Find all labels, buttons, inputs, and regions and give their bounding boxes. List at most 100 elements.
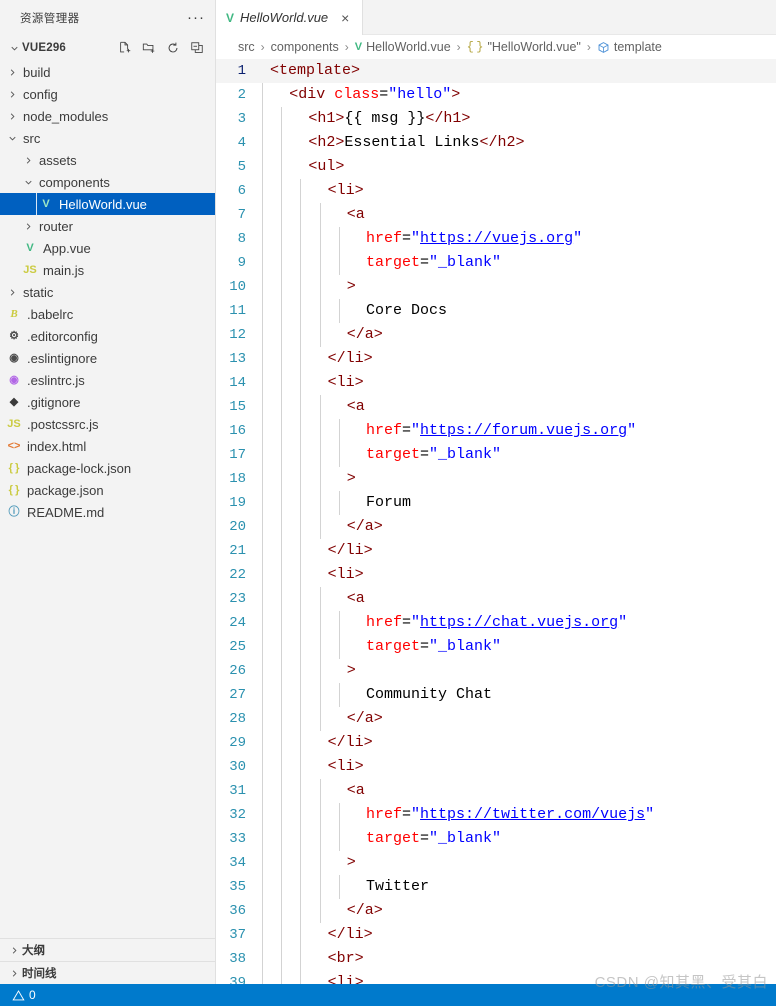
tree-item-package-json[interactable]: { } package.json xyxy=(0,479,215,501)
timeline-panel-header[interactable]: 时间线 xyxy=(0,961,215,984)
code-line-33[interactable]: 33 target="_blank" xyxy=(216,827,776,851)
indent-guide xyxy=(319,707,321,731)
indent-guide xyxy=(300,515,302,539)
code-line-12[interactable]: 12 </a> xyxy=(216,323,776,347)
code-line-32[interactable]: 32 href="https://twitter.com/vuejs" xyxy=(216,803,776,827)
tree-item-main-js[interactable]: JS main.js xyxy=(0,259,215,281)
code-lines[interactable]: 1 <template> 2 <div class="hello"> 3 <h1>{{ m… xyxy=(216,59,776,984)
breadcrumb[interactable]: src › components › V HelloWorld.vue › { } "Hello… xyxy=(216,35,776,59)
code-line-7[interactable]: 7 <a xyxy=(216,203,776,227)
tree-item-readme-md[interactable]: ⓘ README.md xyxy=(0,501,215,523)
token-link[interactable]: https://vuejs.org xyxy=(420,230,573,247)
project-section-header[interactable]: VUE296 xyxy=(0,35,215,61)
code-line-2[interactable]: 2 <div class="hello"> xyxy=(216,83,776,107)
token-link[interactable]: https://twitter.com/vuejs xyxy=(420,806,645,823)
line-tokens: <li> xyxy=(270,371,364,395)
tree-item-router[interactable]: router xyxy=(0,215,215,237)
code-line-25[interactable]: 25 target="_blank" xyxy=(216,635,776,659)
code-line-4[interactable]: 4 <h2>Essential Links</h2> xyxy=(216,131,776,155)
code-line-23[interactable]: 23 <a xyxy=(216,587,776,611)
chevron-right-icon xyxy=(4,111,20,122)
close-icon[interactable]: × xyxy=(336,9,354,27)
tree-item-babelrc[interactable]: B .babelrc xyxy=(0,303,215,325)
breadcrumb-item-3[interactable]: { } "HelloWorld.vue" xyxy=(467,40,581,54)
token-link[interactable]: https://forum.vuejs.org xyxy=(420,422,627,439)
token-attr: href xyxy=(366,614,403,631)
code-line-16[interactable]: 16 href="https://forum.vuejs.org" xyxy=(216,419,776,443)
code-line-9[interactable]: 9 target="_blank" xyxy=(216,251,776,275)
code-line-19[interactable]: 19 Forum xyxy=(216,491,776,515)
code-line-17[interactable]: 17 target="_blank" xyxy=(216,443,776,467)
code-line-31[interactable]: 31 <a xyxy=(216,779,776,803)
code-line-10[interactable]: 10 > xyxy=(216,275,776,299)
tab-helloworld-vue[interactable]: V HelloWorld.vue × xyxy=(216,0,364,35)
new-folder-icon[interactable] xyxy=(140,40,157,57)
code-line-30[interactable]: 30 <li> xyxy=(216,755,776,779)
code-line-13[interactable]: 13 </li> xyxy=(216,347,776,371)
code-line-5[interactable]: 5 <ul> xyxy=(216,155,776,179)
tree-item-build[interactable]: build xyxy=(0,61,215,83)
tree-item-config[interactable]: config xyxy=(0,83,215,105)
code-line-21[interactable]: 21 </li> xyxy=(216,539,776,563)
tree-item-eslintignore[interactable]: ◉ .eslintignore xyxy=(0,347,215,369)
token-link[interactable]: https://chat.vuejs.org xyxy=(420,614,618,631)
breadcrumb-separator: › xyxy=(586,40,591,54)
tree-item-gitignore[interactable]: ◆ .gitignore xyxy=(0,391,215,413)
code-line-34[interactable]: 34 > xyxy=(216,851,776,875)
breadcrumb-item-0[interactable]: src xyxy=(238,40,255,54)
indent-guide xyxy=(281,179,283,203)
tree-item-node-modules[interactable]: node_modules xyxy=(0,105,215,127)
code-line-24[interactable]: 24 href="https://chat.vuejs.org" xyxy=(216,611,776,635)
line-content: </a> xyxy=(262,707,776,731)
tree-item-editorconfig[interactable]: ⚙ .editorconfig xyxy=(0,325,215,347)
more-actions-icon[interactable]: ··· xyxy=(185,7,207,29)
tree-item-src[interactable]: src xyxy=(0,127,215,149)
tree-item-package-lock-json[interactable]: { } package-lock.json xyxy=(0,457,215,479)
code-line-22[interactable]: 22 <li> xyxy=(216,563,776,587)
chevron-right-icon xyxy=(4,67,20,78)
code-line-14[interactable]: 14 <li> xyxy=(216,371,776,395)
code-line-3[interactable]: 3 <h1>{{ msg }}</h1> xyxy=(216,107,776,131)
new-file-icon[interactable] xyxy=(116,40,133,57)
indent-guide xyxy=(281,323,283,347)
indent-guide xyxy=(319,419,321,443)
code-line-35[interactable]: 35 Twitter xyxy=(216,875,776,899)
tree-item-static[interactable]: static xyxy=(0,281,215,303)
code-line-37[interactable]: 37 </li> xyxy=(216,923,776,947)
code-line-18[interactable]: 18 > xyxy=(216,467,776,491)
code-line-15[interactable]: 15 <a xyxy=(216,395,776,419)
tree-item-postcssrc-js[interactable]: JS .postcssrc.js xyxy=(0,413,215,435)
code-line-26[interactable]: 26 > xyxy=(216,659,776,683)
breadcrumb-label: "HelloWorld.vue" xyxy=(487,40,581,54)
breadcrumb-item-1[interactable]: components xyxy=(271,40,339,54)
status-problems[interactable]: 0 xyxy=(8,984,40,1006)
code-line-36[interactable]: 36 </a> xyxy=(216,899,776,923)
tree-item-label: static xyxy=(23,284,54,300)
tree-item-eslintrc-js[interactable]: ◉ .eslintrc.js xyxy=(0,369,215,391)
collapse-all-icon[interactable] xyxy=(188,40,205,57)
tree-item-assets[interactable]: assets xyxy=(0,149,215,171)
tree-item-components[interactable]: components xyxy=(0,171,215,193)
code-line-29[interactable]: 29 </li> xyxy=(216,731,776,755)
code-line-28[interactable]: 28 </a> xyxy=(216,707,776,731)
tree-item-app-vue[interactable]: V App.vue xyxy=(0,237,215,259)
code-line-20[interactable]: 20 </a> xyxy=(216,515,776,539)
file-tree[interactable]: build config node_modules src assets componen… xyxy=(0,61,215,938)
tree-item-index-html[interactable]: <> index.html xyxy=(0,435,215,457)
code-editor[interactable]: 1 <template> 2 <div class="hello"> 3 <h1>{{ m… xyxy=(216,59,776,984)
indent-guide xyxy=(262,371,263,395)
code-line-1[interactable]: 1 <template> xyxy=(216,59,776,83)
code-line-38[interactable]: 38 <br> xyxy=(216,947,776,971)
git-icon: ◆ xyxy=(9,395,19,408)
code-line-39[interactable]: 39 <li> xyxy=(216,971,776,984)
breadcrumb-item-2[interactable]: V HelloWorld.vue xyxy=(355,40,451,54)
token-tag: > xyxy=(346,662,356,679)
outline-panel-header[interactable]: 大纲 xyxy=(0,938,215,961)
breadcrumb-item-4[interactable]: template xyxy=(597,40,662,54)
refresh-icon[interactable] xyxy=(164,40,181,57)
code-line-11[interactable]: 11 Core Docs xyxy=(216,299,776,323)
code-line-8[interactable]: 8 href="https://vuejs.org" xyxy=(216,227,776,251)
code-line-27[interactable]: 27 Community Chat xyxy=(216,683,776,707)
code-line-6[interactable]: 6 <li> xyxy=(216,179,776,203)
tree-item-helloworld-vue[interactable]: V HelloWorld.vue xyxy=(0,193,215,215)
